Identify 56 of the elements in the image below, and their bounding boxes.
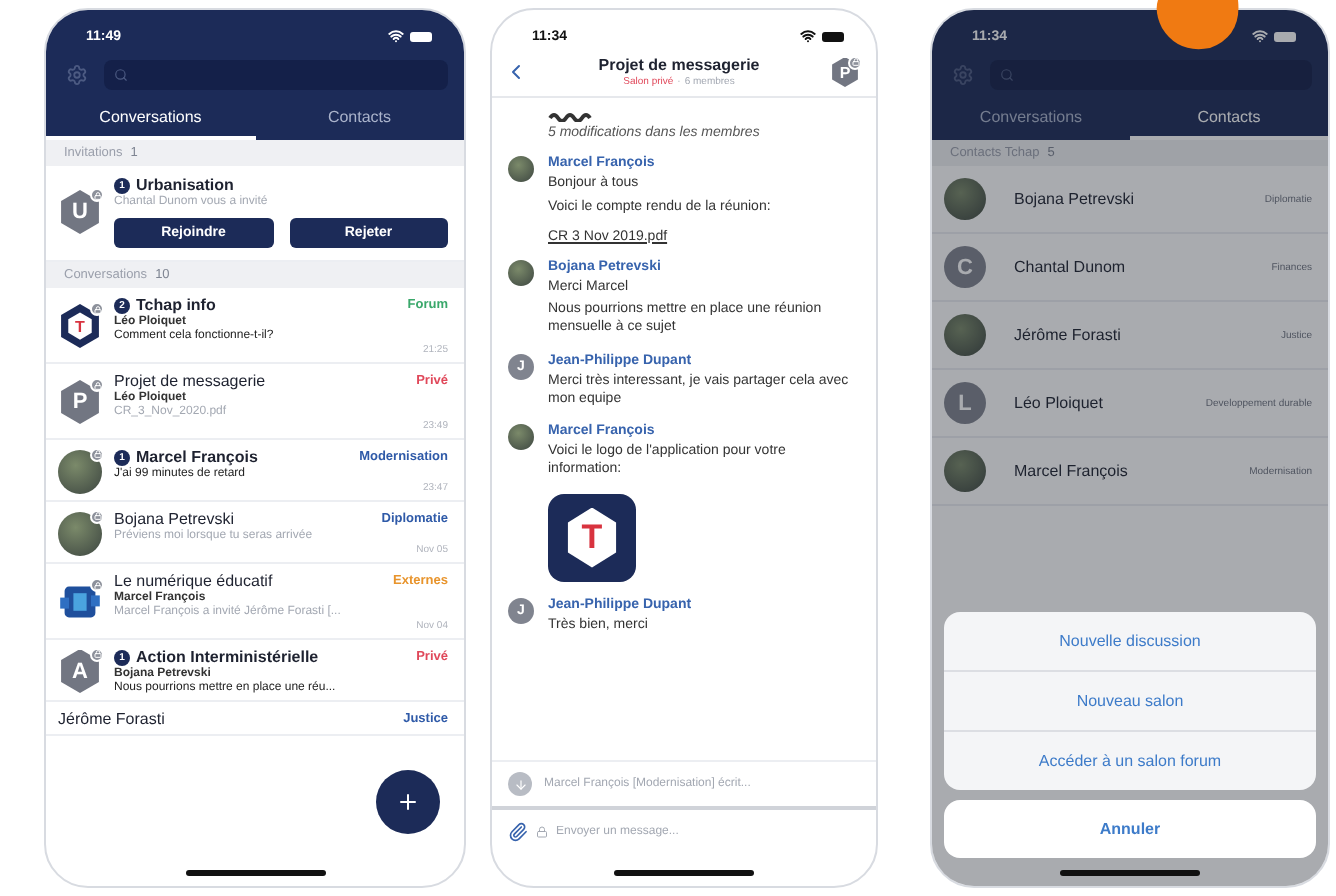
photo-placeholder bbox=[508, 259, 534, 285]
search-field[interactable] bbox=[990, 60, 1312, 90]
wifi-icon bbox=[800, 28, 816, 44]
settings-icon[interactable] bbox=[952, 64, 974, 86]
search-icon bbox=[114, 68, 128, 82]
settings-icon[interactable] bbox=[66, 64, 88, 86]
photo-placeholder bbox=[508, 424, 534, 451]
conversation-name: Marcel François bbox=[136, 448, 258, 466]
add-button[interactable] bbox=[376, 770, 440, 834]
room-title: Projet de messagerie bbox=[598, 56, 760, 74]
photo-placeholder bbox=[944, 314, 986, 356]
plus-icon bbox=[396, 790, 420, 814]
paperclip-icon[interactable] bbox=[508, 822, 528, 842]
cancel-button[interactable]: Annuler bbox=[944, 800, 1316, 858]
contact-name: Marcel François bbox=[1014, 462, 1128, 480]
battery-icon bbox=[410, 31, 432, 41]
tab[interactable]: Conversations bbox=[932, 102, 1130, 140]
search-field[interactable] bbox=[104, 60, 448, 90]
logo-avatar: T bbox=[58, 304, 102, 348]
room-avatar: U bbox=[58, 190, 102, 234]
letter-avatar: L bbox=[944, 382, 986, 424]
wifi-icon bbox=[1252, 28, 1268, 44]
home-indicator bbox=[185, 870, 325, 876]
wifi-icon bbox=[388, 28, 404, 44]
logo-image[interactable]: T bbox=[548, 493, 636, 582]
sheet-option[interactable]: Nouvelle discussion bbox=[944, 612, 1316, 672]
room-name: Urbanisation bbox=[136, 176, 234, 194]
conversation-name: Projet de messagerie bbox=[114, 372, 266, 390]
photo-placeholder bbox=[58, 449, 102, 493]
contact-name: Jérôme Forasti bbox=[1014, 326, 1121, 344]
contact-name: Bojana Petrevski bbox=[1014, 190, 1135, 208]
lock-icon bbox=[536, 826, 548, 838]
arrow-down-icon[interactable] bbox=[508, 772, 532, 796]
sheet-option[interactable]: Accéder à un salon forum bbox=[944, 732, 1316, 790]
conversation-name: Le numérique éducatif bbox=[114, 572, 273, 590]
photo-placeholder bbox=[944, 450, 986, 492]
tab[interactable]: Contacts bbox=[255, 102, 464, 140]
letter-avatar: C bbox=[944, 246, 986, 288]
home-indicator bbox=[1060, 870, 1200, 876]
contact-name: Léo Ploiquet bbox=[1014, 394, 1103, 412]
conversation-name: Action Interministérielle bbox=[136, 648, 319, 666]
battery-icon bbox=[1274, 31, 1296, 41]
scribble-drawing bbox=[548, 112, 592, 122]
room-avatar: P bbox=[58, 380, 102, 424]
room-avatar: A bbox=[58, 649, 102, 693]
sheet-option[interactable]: Nouveau salon bbox=[944, 672, 1316, 732]
photo-placeholder bbox=[508, 156, 534, 182]
conversation-name: Tchap info bbox=[136, 296, 216, 314]
conversation-name: Bojana Petrevski bbox=[114, 510, 235, 528]
contact-name: Chantal Dunom bbox=[1014, 258, 1126, 276]
home-indicator bbox=[614, 870, 754, 876]
search-icon bbox=[1000, 68, 1014, 82]
battery-icon bbox=[822, 31, 844, 41]
photo-placeholder bbox=[58, 511, 102, 555]
conversation-name: Jérôme Forasti bbox=[58, 710, 165, 728]
photo-placeholder bbox=[944, 178, 986, 220]
